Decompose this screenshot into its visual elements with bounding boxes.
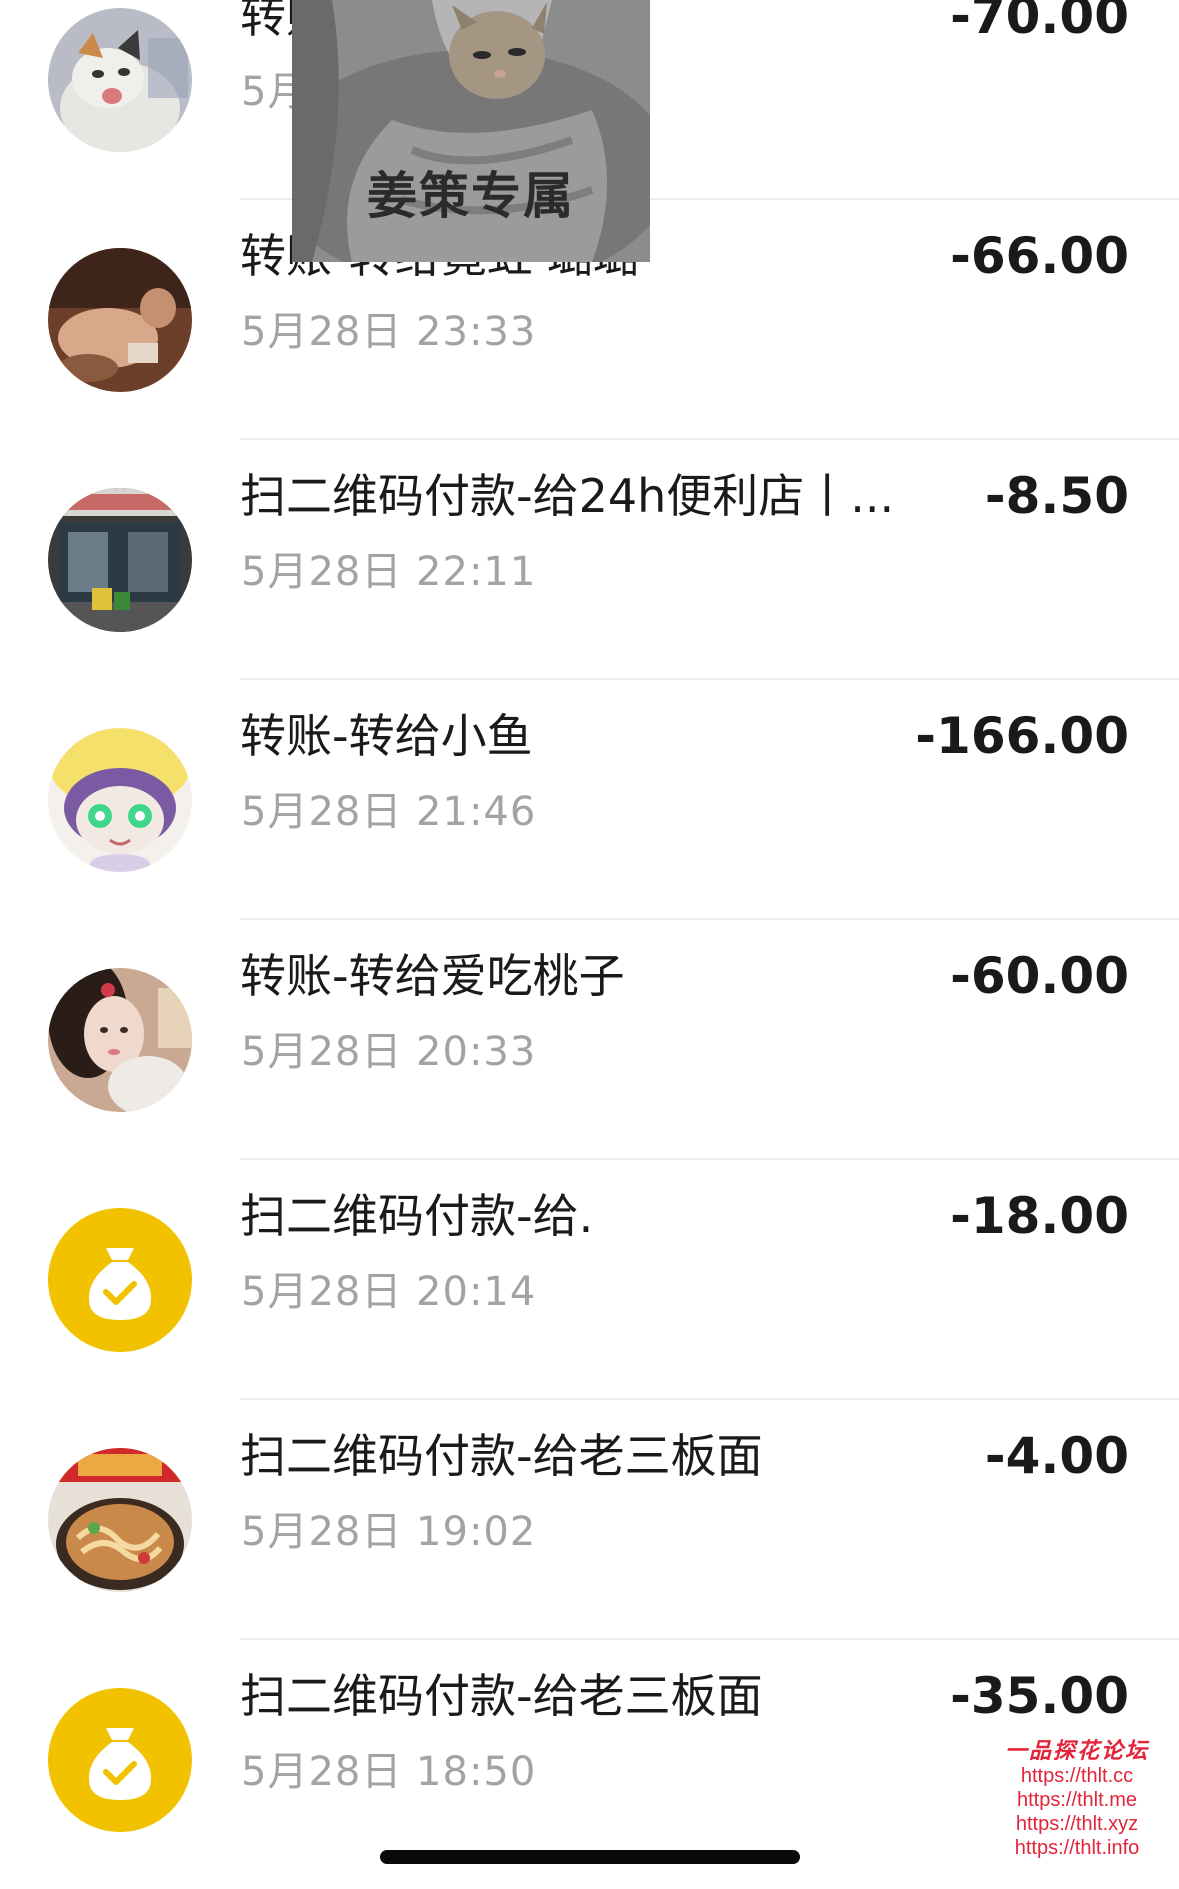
transaction-title: 扫二维码付款-给. [240,1189,594,1243]
transaction-row[interactable]: 扫二维码付款-给老三板面 5月28日 19:02 -4.00 [0,1400,1179,1640]
watermark: 一品探花论坛 https://thlt.cc https://thlt.me h… [987,1738,1167,1860]
transaction-amount: -66.00 [950,227,1129,285]
transaction-title: 扫二维码付款-给老三板面 [240,1669,763,1723]
watermark-url: https://thlt.me [1016,1789,1138,1811]
transaction-time: 5月28日 21:46 [241,789,537,835]
transaction-time: 5月28日 19:02 [241,1509,537,1555]
person-avatar [48,248,192,392]
transaction-amount: -70.00 [950,0,1129,45]
transaction-amount: -8.50 [984,467,1129,525]
watermark-brand: 一品探花论坛 [1004,1738,1149,1764]
transaction-title: 扫二维码付款-给老三板面 [240,1429,763,1483]
noodle-avatar [48,1448,192,1592]
transaction-title: 扫二维码付款-给24h便利店丨... [240,469,895,523]
transaction-time: 5月28日 23:33 [241,309,537,355]
watermark-url: https://thlt.cc [1020,1765,1134,1787]
money-bag-icon [48,1208,192,1352]
girl-avatar [48,968,192,1112]
transaction-title: 转账-转给小鱼 [240,709,533,763]
transaction-amount: -18.00 [950,1187,1129,1245]
transaction-row[interactable]: 扫二维码付款-给. 5月28日 20:14 -18.00 [0,1160,1179,1400]
store-avatar [48,488,192,632]
transaction-amount: -35.00 [950,1667,1129,1725]
transaction-title: 转账-转给爱吃桃子 [240,949,625,1003]
transaction-amount: -60.00 [950,947,1129,1005]
sticker-image: 姜策专属 [292,0,650,262]
transaction-amount: -166.00 [915,707,1129,765]
transaction-row[interactable]: 扫二维码付款-给24h便利店丨... 5月28日 22:11 -8.50 [0,440,1179,680]
money-bag-icon [48,1688,192,1832]
transaction-row[interactable]: 转账-转给爱吃桃子 5月28日 20:33 -60.00 [0,920,1179,1160]
transaction-time: 5月28日 18:50 [241,1749,537,1795]
transaction-time: 5月28日 20:33 [241,1029,537,1075]
watermark-url: https://thlt.info [1014,1837,1140,1859]
transaction-amount: -4.00 [984,1427,1129,1485]
transaction-row[interactable]: 转账-转给小鱼 5月28日 21:46 -166.00 [0,680,1179,920]
transaction-time: 5月28日 22:11 [241,549,537,595]
home-indicator[interactable] [380,1850,800,1864]
cartoon-avatar [48,728,192,872]
transaction-time: 5月28日 20:14 [241,1269,537,1315]
sticker-caption: 姜策专属 [367,167,575,225]
watermark-url: https://thlt.xyz [1015,1813,1139,1835]
cat-avatar [48,8,192,152]
